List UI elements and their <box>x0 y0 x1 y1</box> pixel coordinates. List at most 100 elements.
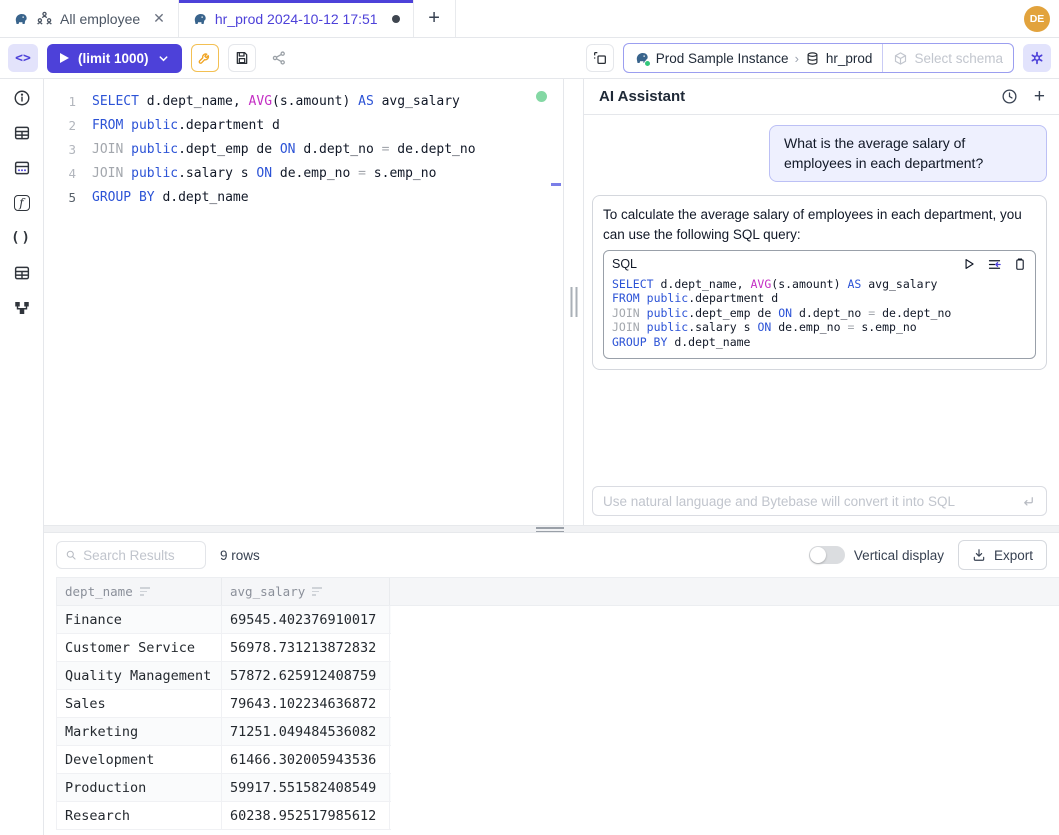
share-button[interactable] <box>265 44 293 72</box>
line-number: 3 <box>44 138 76 162</box>
database-name: hr_prod <box>826 51 873 66</box>
table-row[interactable]: Production59917.551582408549 <box>56 774 391 802</box>
splitter-handle-icon <box>536 527 564 532</box>
tables-icon[interactable] <box>12 123 32 143</box>
table-row[interactable]: Quality Management57872.625912408759 <box>56 662 391 690</box>
copy-icon[interactable] <box>1013 257 1027 271</box>
ai-chat-area: What is the average salary of employees … <box>584 115 1059 525</box>
results-panel: 9 rows Vertical display Export dept_name… <box>44 533 1059 835</box>
new-tab-button[interactable]: + <box>414 0 456 37</box>
save-icon <box>234 50 250 66</box>
admin-wrench-button[interactable] <box>191 44 219 72</box>
tab-all-employee[interactable]: All employee ✕ <box>0 0 179 37</box>
table-cell[interactable]: 56978.731213872832 <box>222 634 390 661</box>
tab-hr-prod[interactable]: hr_prod 2024-10-12 17:51 <box>179 0 414 37</box>
editor-code-line[interactable]: 1SELECT d.dept_name, AVG(s.amount) AS av… <box>44 90 563 114</box>
table-cell[interactable]: 59917.551582408549 <box>222 774 390 801</box>
new-chat-icon[interactable]: + <box>1034 87 1045 106</box>
table-row[interactable]: Development61466.302005943536 <box>56 746 391 774</box>
table-cell[interactable]: 79643.102234636872 <box>222 690 390 717</box>
instance-name: Prod Sample Instance <box>656 51 789 66</box>
ai-prompt-input[interactable] <box>603 494 1013 509</box>
postgres-icon <box>13 11 29 27</box>
table-cell[interactable]: Sales <box>57 690 222 717</box>
table-cell[interactable]: Production <box>57 774 222 801</box>
group-icon <box>36 10 53 27</box>
overview-ruler-mark <box>551 183 561 186</box>
line-number: 5 <box>44 186 76 210</box>
editor-code-line[interactable]: 5GROUP BY d.dept_name <box>44 186 563 210</box>
run-query-button[interactable]: (limit 1000) <box>47 44 182 73</box>
ai-assistant-button[interactable] <box>1023 44 1051 72</box>
procedures-icon[interactable]: () <box>12 228 32 248</box>
column-header[interactable]: dept_name <box>57 578 222 605</box>
instance-status-dot <box>644 60 651 67</box>
external-tables-icon[interactable] <box>12 158 32 178</box>
sort-icon[interactable] <box>312 587 322 596</box>
editor-code-lines: 1SELECT d.dept_name, AVG(s.amount) AS av… <box>44 90 563 210</box>
table-cell[interactable]: Customer Service <box>57 634 222 661</box>
ai-code-line: GROUP BY d.dept_name <box>612 335 1027 350</box>
table-cell[interactable]: 57872.625912408759 <box>222 662 390 689</box>
chevron-down-icon <box>158 53 169 64</box>
horizontal-splitter[interactable] <box>44 525 1059 533</box>
schema-diagram-icon[interactable] <box>12 298 32 318</box>
close-icon[interactable]: ✕ <box>153 10 165 27</box>
vertical-splitter[interactable] <box>564 79 584 525</box>
postgres-icon <box>192 11 208 27</box>
vertical-display-toggle[interactable] <box>809 546 845 564</box>
table-row[interactable]: Sales79643.102234636872 <box>56 690 391 718</box>
vertical-display-label: Vertical display <box>854 548 944 563</box>
toggle-knob <box>810 547 826 563</box>
connection-health-dot <box>536 91 547 102</box>
search-results-box <box>56 541 206 569</box>
batch-query-icon <box>592 50 608 66</box>
editor-code-line[interactable]: 2FROM public.department d <box>44 114 563 138</box>
run-snippet-icon[interactable] <box>962 257 976 271</box>
export-button[interactable]: Export <box>958 540 1047 570</box>
sort-icon[interactable] <box>140 587 150 596</box>
search-results-input[interactable] <box>83 548 197 563</box>
ai-sql-block: SQL SELECT d <box>603 250 1036 359</box>
share-icon <box>271 50 287 66</box>
editor-code-line[interactable]: 4JOIN public.salary s ON de.emp_no = s.e… <box>44 162 563 186</box>
sql-editor[interactable]: 1SELECT d.dept_name, AVG(s.amount) AS av… <box>44 79 564 525</box>
editor-code-line[interactable]: 3JOIN public.dept_emp de ON d.dept_no = … <box>44 138 563 162</box>
views-icon[interactable] <box>12 263 32 283</box>
splitter-handle-icon <box>570 287 577 317</box>
table-cell[interactable]: Quality Management <box>57 662 222 689</box>
results-table-body: Finance69545.402376910017Customer Servic… <box>56 606 1059 830</box>
batch-query-button[interactable] <box>586 44 614 72</box>
wrench-icon <box>197 50 213 66</box>
table-cell[interactable]: 61466.302005943536 <box>222 746 390 773</box>
tab-bar-spacer <box>456 0 1024 37</box>
functions-icon[interactable]: f <box>12 193 32 213</box>
ai-panel-title: AI Assistant <box>599 88 685 105</box>
column-header[interactable]: avg_salary <box>222 578 390 605</box>
table-row[interactable]: Research60238.952517985612 <box>56 802 391 830</box>
info-icon[interactable] <box>12 88 32 108</box>
run-label: (limit 1000) <box>78 51 149 66</box>
ai-code-line: JOIN public.salary s ON de.emp_no = s.em… <box>612 320 1027 335</box>
format-sql-button[interactable]: <> <box>8 44 38 72</box>
table-cell[interactable]: Finance <box>57 606 222 633</box>
save-sheet-button[interactable] <box>228 44 256 72</box>
database-selector[interactable]: Prod Sample Instance › hr_prod <box>624 44 883 72</box>
table-row[interactable]: Finance69545.402376910017 <box>56 606 391 634</box>
table-cell[interactable]: 71251.049484536082 <box>222 718 390 745</box>
table-cell[interactable]: 60238.952517985612 <box>222 802 390 829</box>
avatar[interactable]: DE <box>1024 6 1050 32</box>
line-number: 2 <box>44 114 76 138</box>
line-number: 4 <box>44 162 76 186</box>
tab-label: hr_prod 2024-10-12 17:51 <box>215 11 378 27</box>
table-row[interactable]: Marketing71251.049484536082 <box>56 718 391 746</box>
schema-selector[interactable]: Select schema <box>882 44 1013 72</box>
database-icon <box>805 51 820 66</box>
history-clock-icon[interactable] <box>1001 88 1018 105</box>
table-row[interactable]: Customer Service56978.731213872832 <box>56 634 391 662</box>
table-cell[interactable]: Research <box>57 802 222 829</box>
table-cell[interactable]: Marketing <box>57 718 222 745</box>
table-cell[interactable]: 69545.402376910017 <box>222 606 390 633</box>
table-cell[interactable]: Development <box>57 746 222 773</box>
insert-into-editor-icon[interactable] <box>987 257 1002 272</box>
